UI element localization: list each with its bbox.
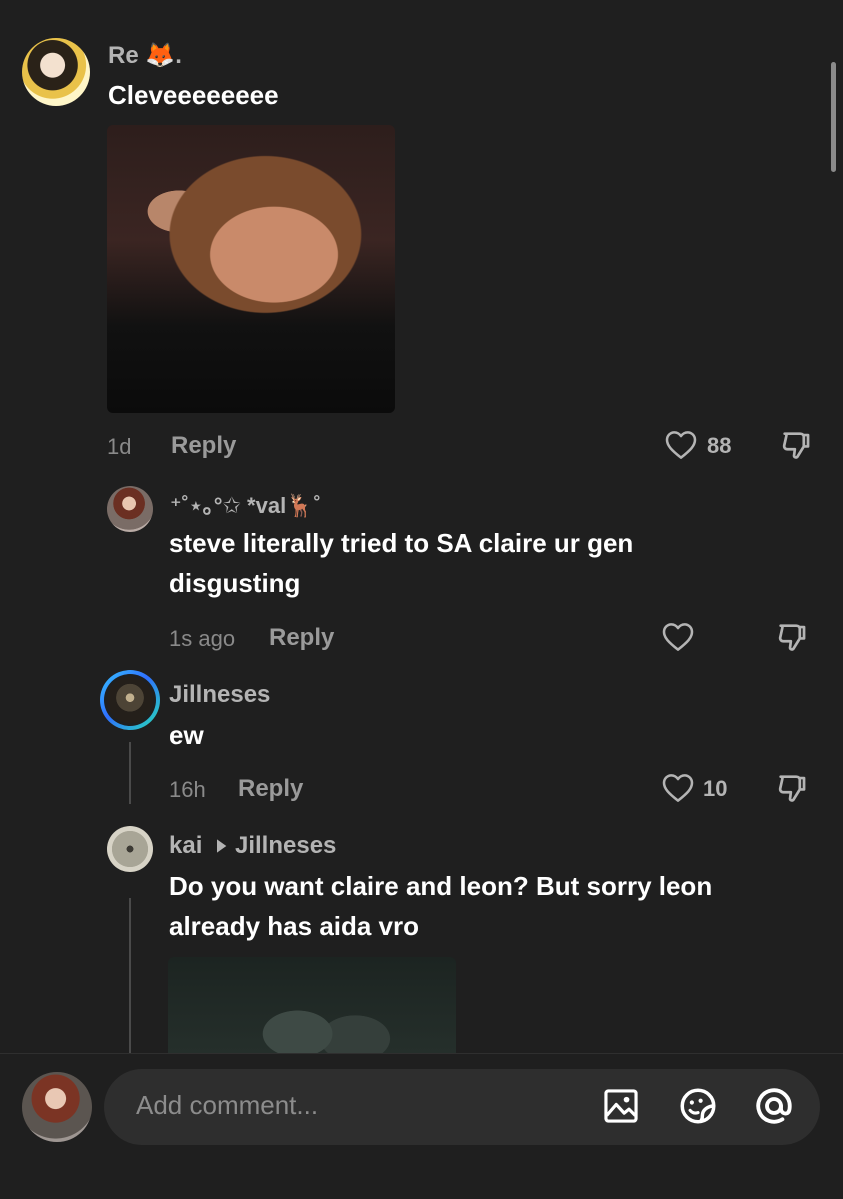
- reply-button[interactable]: Reply: [269, 624, 334, 652]
- thumbs-down-icon[interactable]: [775, 771, 809, 805]
- comment-text-line-2: disgusting: [169, 568, 301, 598]
- thread-line: [129, 898, 131, 1053]
- like-count: 88: [707, 433, 732, 458]
- comment-image[interactable]: [107, 125, 395, 413]
- comment-input-placeholder[interactable]: Add comment...: [136, 1090, 318, 1121]
- avatar[interactable]: [22, 1072, 92, 1142]
- comment-text: ew: [169, 720, 204, 750]
- thread-line: [129, 742, 131, 804]
- comment-text: Cleveeeeeeee: [108, 80, 279, 110]
- heart-icon[interactable]: [665, 430, 697, 460]
- comment-text-line-1: Do you want claire and leon? But sorry l…: [169, 871, 713, 901]
- reply-to-username[interactable]: Jillneses: [235, 832, 336, 860]
- at-icon[interactable]: [753, 1085, 795, 1127]
- reply-button[interactable]: Reply: [171, 432, 236, 460]
- scrollbar[interactable]: [831, 62, 836, 172]
- comment-time: 1s ago: [169, 626, 236, 651]
- reply-button[interactable]: Reply: [238, 775, 303, 803]
- comment-text-line-1: steve literally tried to SA claire ur ge…: [169, 528, 634, 558]
- comment-time: 16h: [169, 777, 206, 802]
- avatar[interactable]: [22, 38, 90, 106]
- caret-right-icon: [214, 838, 228, 854]
- like-count: 10: [703, 776, 728, 801]
- thumbs-down-icon[interactable]: [775, 620, 809, 654]
- avatar[interactable]: [100, 670, 160, 730]
- comment-username[interactable]: kai: [169, 832, 202, 860]
- heart-icon[interactable]: [662, 622, 694, 652]
- avatar[interactable]: [107, 826, 153, 872]
- comment-image[interactable]: [168, 957, 456, 1053]
- thumbs-down-icon[interactable]: [779, 428, 813, 462]
- sticker-icon[interactable]: [677, 1085, 719, 1127]
- comment-text-line-2: already has aida vro: [169, 911, 420, 941]
- comment-username[interactable]: Jillneses: [169, 681, 270, 709]
- heart-icon[interactable]: [662, 773, 694, 803]
- avatar[interactable]: [107, 486, 153, 532]
- comment-username[interactable]: ⁺˚⋆｡°✩ *val🦌˚: [170, 488, 321, 520]
- comment-username[interactable]: Re 🦊.: [108, 41, 182, 70]
- comment-time: 1d: [107, 434, 132, 459]
- image-icon[interactable]: [602, 1087, 640, 1125]
